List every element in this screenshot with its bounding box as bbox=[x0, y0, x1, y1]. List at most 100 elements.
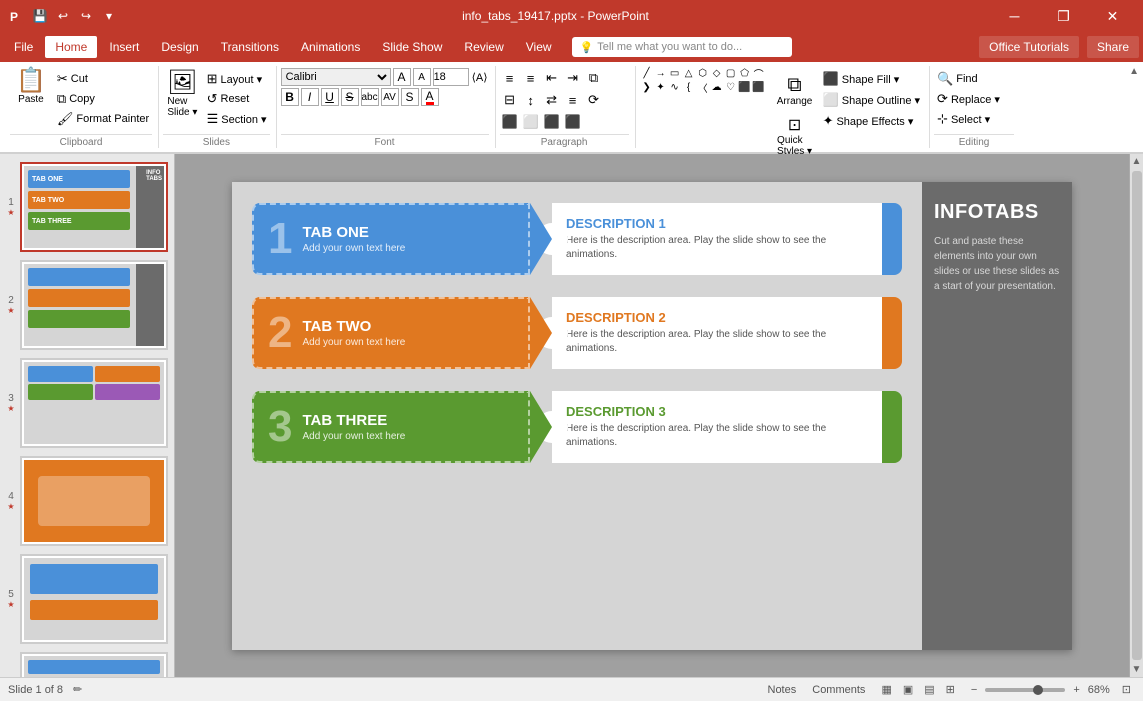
close-btn[interactable]: ✕ bbox=[1090, 0, 1135, 32]
more-shapes[interactable]: ⬛ bbox=[752, 80, 766, 94]
star4-shape[interactable]: ✦ bbox=[654, 80, 668, 94]
section-btn[interactable]: ☰ Section ▾ bbox=[204, 110, 270, 128]
text-dir-btn[interactable]: ⇄ bbox=[542, 90, 562, 110]
diamond-shape[interactable]: ◇ bbox=[710, 66, 724, 80]
decrease-indent-btn[interactable]: ⇤ bbox=[542, 68, 562, 88]
cut-btn[interactable]: ✂ Cut bbox=[54, 70, 152, 88]
arrow-shape[interactable]: → bbox=[654, 66, 668, 80]
underline-btn[interactable]: U bbox=[321, 88, 339, 106]
increase-indent-btn[interactable]: ⇥ bbox=[563, 68, 583, 88]
scroll-thumb-v[interactable] bbox=[1132, 171, 1142, 660]
slide-thumb-2[interactable] bbox=[20, 260, 168, 350]
copy-btn[interactable]: ⧉ Copy bbox=[54, 90, 152, 108]
zoom-slider-track[interactable] bbox=[985, 688, 1065, 692]
shape-fill-btn[interactable]: ⬛ Shape Fill ▾ bbox=[820, 70, 923, 88]
columns-btn[interactable]: ⊟ bbox=[500, 90, 520, 110]
restore-btn[interactable]: ❐ bbox=[1041, 0, 1086, 32]
strikethrough-btn[interactable]: S bbox=[341, 88, 359, 106]
triangle-shape[interactable]: △ bbox=[682, 66, 696, 80]
select-btn[interactable]: ⊹ Select ▾ bbox=[934, 110, 1003, 128]
vertical-scrollbar[interactable]: ▲ ▼ bbox=[1129, 154, 1143, 677]
ribbon-collapse-btn[interactable]: ▲ bbox=[1129, 66, 1139, 77]
menu-file[interactable]: File bbox=[4, 36, 43, 58]
share-btn[interactable]: Share bbox=[1087, 36, 1139, 58]
rect-shape[interactable]: ▭ bbox=[668, 66, 682, 80]
shape-outline-btn[interactable]: ⬜ Shape Outline ▾ bbox=[820, 91, 923, 109]
arc-shape[interactable]: ⌒ bbox=[752, 66, 766, 80]
heart-shape[interactable]: ♡ bbox=[724, 80, 738, 94]
align-right-btn[interactable]: ⬛ bbox=[542, 112, 562, 132]
align-center-btn[interactable]: ⬜ bbox=[521, 112, 541, 132]
notes-btn[interactable]: Notes bbox=[764, 683, 801, 697]
shape-effects-btn[interactable]: ✦ Shape Effects ▾ bbox=[820, 112, 923, 130]
align-text-btn[interactable]: ≡ bbox=[563, 90, 583, 110]
font-color-btn[interactable]: A bbox=[421, 88, 439, 106]
italic-btn[interactable]: I bbox=[301, 88, 319, 106]
pentagon-shape[interactable]: ⬠ bbox=[738, 66, 752, 80]
scroll-down-btn[interactable]: ▼ bbox=[1132, 664, 1142, 675]
line-shape[interactable]: ╱ bbox=[640, 66, 654, 80]
zoom-in-btn[interactable]: + bbox=[1069, 683, 1083, 697]
bullets-btn[interactable]: ≡ bbox=[500, 68, 520, 88]
paste-btn[interactable]: 📋 Paste bbox=[10, 66, 52, 107]
brace-shape[interactable]: 〈 bbox=[696, 80, 710, 94]
text-shadow-btn[interactable]: S bbox=[401, 88, 419, 106]
flowchart-shape[interactable]: ⬛ bbox=[738, 80, 752, 94]
line-spacing-btn[interactable]: ↕ bbox=[521, 90, 541, 110]
comments-btn[interactable]: Comments bbox=[808, 683, 869, 697]
tab-2[interactable]: 2 TAB TWO Add your own text here DESCRIP… bbox=[252, 292, 902, 374]
numbering-btn[interactable]: ≡ bbox=[521, 68, 541, 88]
round-rect-shape[interactable]: ▢ bbox=[724, 66, 738, 80]
save-qat-btn[interactable]: 💾 bbox=[30, 6, 50, 26]
slide-thumb-3[interactable] bbox=[20, 358, 168, 448]
menu-transitions[interactable]: Transitions bbox=[211, 36, 289, 58]
minimize-btn[interactable]: ─ bbox=[992, 0, 1037, 32]
menu-design[interactable]: Design bbox=[151, 36, 208, 58]
replace-btn[interactable]: ⟳ Replace ▾ bbox=[934, 90, 1003, 108]
menu-home[interactable]: Home bbox=[45, 36, 97, 58]
clear-format-btn[interactable]: ⟨A⟩ bbox=[471, 68, 489, 86]
menu-view[interactable]: View bbox=[516, 36, 562, 58]
bold-btn[interactable]: B bbox=[281, 88, 299, 106]
office-tutorials-btn[interactable]: Office Tutorials bbox=[979, 36, 1079, 58]
slide-thumb-4[interactable] bbox=[20, 456, 168, 546]
chevron-shape[interactable]: ❯ bbox=[640, 80, 654, 94]
tab-1[interactable]: 1 TAB ONE Add your own text here bbox=[252, 198, 902, 280]
slide-thumb-1[interactable]: TAB ONE TAB TWO TAB THREE INFOTABS bbox=[20, 162, 168, 252]
zoom-slider-thumb[interactable] bbox=[1033, 685, 1043, 695]
undo-qat-btn[interactable]: ↩ bbox=[53, 6, 73, 26]
superscript-btn[interactable]: AV bbox=[381, 88, 399, 106]
menu-slideshow[interactable]: Slide Show bbox=[372, 36, 452, 58]
cylinder-shape[interactable]: ⬡ bbox=[696, 66, 710, 80]
reset-btn[interactable]: ↺ Reset bbox=[204, 90, 270, 108]
add-smartart-btn[interactable]: ⧉ bbox=[584, 68, 604, 88]
normal-view-btn[interactable]: ▦ bbox=[877, 682, 895, 697]
find-btn[interactable]: 🔍 Find bbox=[934, 70, 1003, 88]
bracket-shape[interactable]: { bbox=[682, 80, 696, 94]
tab-3[interactable]: 3 TAB THREE Add your own text here DESCR… bbox=[252, 386, 902, 468]
convert-smartart-btn[interactable]: ⟳ bbox=[584, 90, 604, 110]
font-size-input[interactable] bbox=[433, 68, 469, 86]
cloud-shape[interactable]: ☁ bbox=[710, 80, 724, 94]
slide-sorter-btn[interactable]: ▣ bbox=[899, 682, 917, 697]
customize-qat-btn[interactable]: ▾ bbox=[99, 6, 119, 26]
format-painter-btn[interactable]: 🖌 Format Painter bbox=[54, 110, 152, 128]
layout-btn[interactable]: ⊞ Layout ▾ bbox=[204, 70, 270, 88]
arrange-btn[interactable]: ⧉ Arrange bbox=[773, 70, 817, 111]
justify-btn[interactable]: ⬛ bbox=[563, 112, 583, 132]
new-slide-btn[interactable]: 🖼 NewSlide ▾ bbox=[163, 66, 201, 122]
align-left-btn[interactable]: ⬛ bbox=[500, 112, 520, 132]
menu-animations[interactable]: Animations bbox=[291, 36, 370, 58]
font-size-increase-btn[interactable]: A bbox=[413, 68, 431, 86]
font-name-select[interactable]: Calibri bbox=[281, 68, 391, 86]
wave-shape[interactable]: ∿ bbox=[668, 80, 682, 94]
slideshow-btn[interactable]: ⊞ bbox=[942, 682, 959, 697]
font-size-decrease-btn[interactable]: A bbox=[393, 68, 411, 86]
redo-qat-btn[interactable]: ↪ bbox=[76, 6, 96, 26]
slide-thumb-5[interactable] bbox=[20, 554, 168, 644]
menu-insert[interactable]: Insert bbox=[99, 36, 149, 58]
reading-view-btn[interactable]: ▤ bbox=[920, 682, 938, 697]
subscript-btn[interactable]: abc bbox=[361, 88, 379, 106]
scroll-up-btn[interactable]: ▲ bbox=[1132, 156, 1142, 167]
fit-window-btn[interactable]: ⊡ bbox=[1118, 682, 1135, 697]
